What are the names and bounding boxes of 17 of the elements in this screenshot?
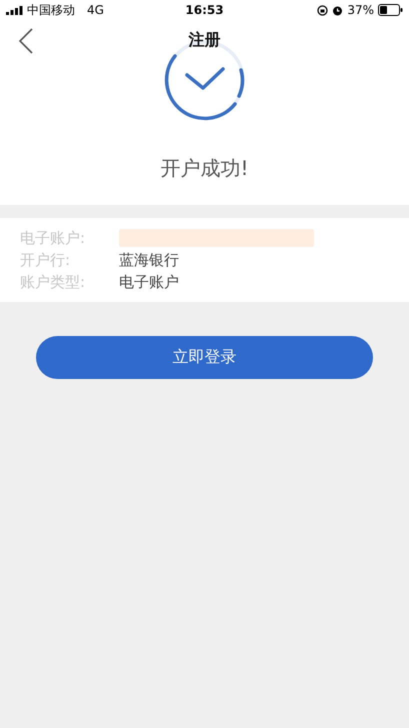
carrier-name: 中国移动 — [27, 2, 75, 18]
network-type: 4G — [87, 3, 104, 17]
info-label: 账户类型: — [20, 272, 86, 292]
success-message: 开户成功! — [160, 155, 249, 182]
battery-percent: 37% — [347, 3, 374, 17]
signal-icon — [6, 6, 23, 14]
lock-rotation-icon — [317, 4, 328, 16]
login-button[interactable]: 立即登录 — [36, 336, 373, 379]
info-value: 蓝海银行 — [119, 250, 179, 270]
info-label: 开户行: — [20, 250, 72, 270]
info-value: 电子账户 — [119, 272, 179, 292]
clock-time: 16:53 — [185, 3, 224, 17]
back-icon[interactable] — [18, 28, 34, 54]
battery-icon — [378, 4, 403, 16]
alarm-icon — [332, 4, 344, 16]
info-label: 电子账户: — [20, 228, 86, 248]
page-title: 注册 — [188, 30, 220, 50]
